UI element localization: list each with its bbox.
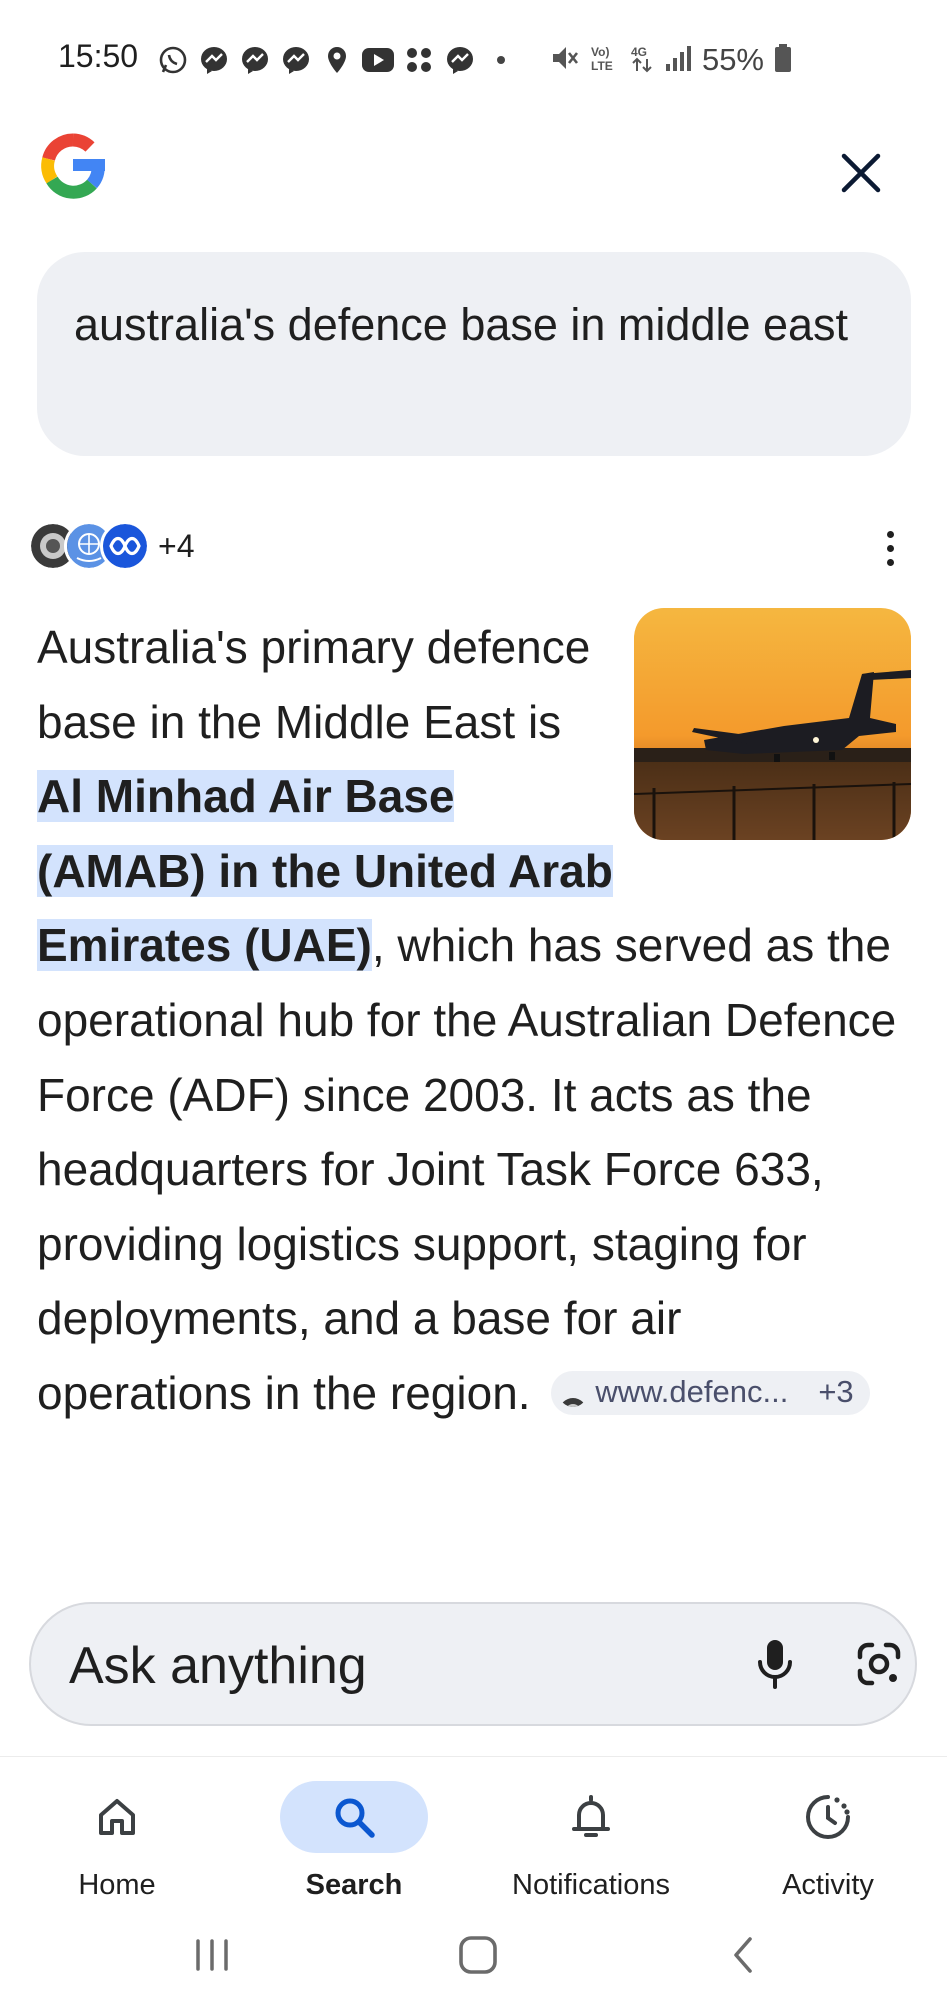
activity-icon xyxy=(806,1795,850,1839)
nav-label-activity: Activity xyxy=(782,1869,874,1901)
system-navigation-bar xyxy=(0,1910,947,2000)
defence-site-icon xyxy=(559,1379,587,1407)
nav-label-search: Search xyxy=(305,1869,403,1901)
nav-icon-wrap xyxy=(43,1781,191,1853)
source-avatars[interactable]: +4 xyxy=(28,521,194,571)
nav-item-search[interactable]: Search xyxy=(244,1771,464,1901)
volte-icon: Vo) LTE xyxy=(590,43,620,78)
close-icon xyxy=(841,153,881,193)
apps-icon xyxy=(402,43,436,77)
citation-site: www.defenc... xyxy=(595,1374,789,1410)
voice-search-button[interactable] xyxy=(747,1634,803,1696)
citation-chip[interactable]: www.defenc... +3 xyxy=(551,1370,870,1415)
svg-text:Vo): Vo) xyxy=(591,45,609,59)
more-vert-icon-dot xyxy=(886,558,894,566)
search-icon xyxy=(335,1798,375,1838)
google-logo xyxy=(34,126,112,204)
bottom-navigation: Home Search Notifications Activity xyxy=(0,1756,947,1907)
ask-input[interactable] xyxy=(67,1632,671,1700)
dot-icon xyxy=(484,43,518,77)
mic-icon xyxy=(758,1640,792,1689)
back-button[interactable] xyxy=(713,1930,773,1980)
mute-icon xyxy=(550,43,580,78)
notification-icons xyxy=(156,42,518,78)
recent-apps-button[interactable] xyxy=(182,1930,242,1980)
svg-text:LTE: LTE xyxy=(591,59,613,73)
lens-icon xyxy=(857,1642,901,1686)
nav-label-notifications: Notifications xyxy=(512,1869,670,1901)
battery-icon xyxy=(774,43,792,78)
more-vert-icon xyxy=(886,530,894,538)
search-query-bubble[interactable]: australia's defence base in middle east xyxy=(37,252,911,456)
svg-text:4G: 4G xyxy=(631,45,647,59)
home-icon xyxy=(99,1799,135,1835)
more-vert-icon-dot xyxy=(886,544,894,552)
battery-percent: 55% xyxy=(701,42,764,77)
location-icon xyxy=(320,43,354,77)
whatsapp-icon xyxy=(156,43,190,77)
thumbnail-spacer xyxy=(617,610,907,838)
nav-item-activity[interactable]: Activity xyxy=(718,1771,938,1901)
ask-bar xyxy=(29,1602,917,1726)
nav-icon-wrap xyxy=(754,1781,902,1853)
recent-apps-icon xyxy=(196,1939,228,1971)
home-system-button[interactable] xyxy=(448,1930,508,1980)
status-bar: 15:50 Vo) LTE 4G 55% xyxy=(0,0,947,120)
more-options-button[interactable] xyxy=(872,526,908,570)
home-square-icon xyxy=(459,1936,497,1974)
messenger-icon xyxy=(443,43,477,77)
4g-icon: 4G xyxy=(630,43,654,78)
sources-more-count: +4 xyxy=(158,527,195,564)
ai-overview-answer: Australia's primary defence base in the … xyxy=(37,610,907,1431)
google-lens-button[interactable] xyxy=(851,1636,907,1692)
citation-more-count: +3 xyxy=(818,1374,854,1410)
nav-item-notifications[interactable]: Notifications xyxy=(481,1771,701,1901)
source-avatar-abc xyxy=(100,521,150,571)
system-icons: Vo) LTE 4G 55% xyxy=(550,42,792,78)
messenger-icon xyxy=(238,43,272,77)
search-query-text: australia's defence base in middle east xyxy=(74,299,849,350)
back-chevron-icon xyxy=(734,1937,752,1973)
signal-icon xyxy=(664,44,692,77)
answer-intro: Australia's primary defence base in the … xyxy=(37,621,591,748)
nav-icon-wrap xyxy=(280,1781,428,1853)
youtube-icon xyxy=(361,43,395,77)
messenger-icon xyxy=(197,43,231,77)
answer-body: , which has served as the operational hu… xyxy=(37,919,897,1419)
nav-item-home[interactable]: Home xyxy=(7,1771,227,1901)
nav-label-home: Home xyxy=(78,1869,156,1901)
status-time: 15:50 xyxy=(58,38,139,74)
messenger-icon xyxy=(279,43,313,77)
close-button[interactable] xyxy=(834,146,888,200)
bell-icon xyxy=(572,1795,610,1837)
nav-icon-wrap xyxy=(517,1781,665,1853)
